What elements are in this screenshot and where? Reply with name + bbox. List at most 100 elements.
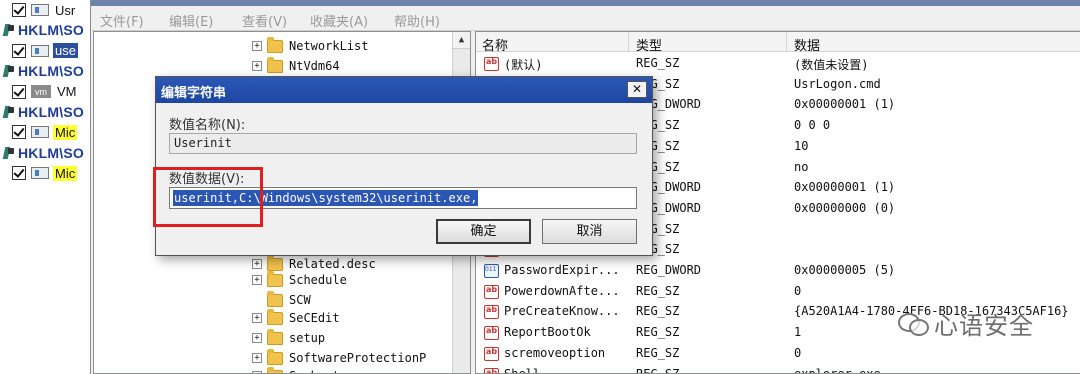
reg-string-icon <box>484 346 499 361</box>
close-icon[interactable]: ✕ <box>627 81 647 98</box>
registry-value-row[interactable]: PasswordExpir... REG_DWORD 0x00000005 (5) <box>476 261 1080 282</box>
folder-icon <box>267 56 283 73</box>
tree-node-label: SeCEdit <box>289 311 340 325</box>
menu-view[interactable]: 查看(V) <box>242 11 287 30</box>
registry-key-row[interactable]: HKLM\SO <box>0 142 90 163</box>
value-type: REG_SZ <box>636 345 680 360</box>
expand-toggle-icon[interactable]: + <box>252 61 262 71</box>
expand-toggle-icon[interactable]: + <box>252 333 262 343</box>
registry-key-row[interactable]: HKLM\SO <box>0 61 90 82</box>
entry-name: use <box>53 43 78 59</box>
folder-icon <box>267 254 283 271</box>
tree-node[interactable]: + Schedule <box>252 270 347 290</box>
expand-toggle-icon[interactable]: + <box>252 259 262 269</box>
app-icon <box>31 4 49 16</box>
tree-node-label: NetworkList <box>289 39 369 53</box>
registry-key-label: HKLM\SO <box>18 63 84 80</box>
expand-toggle-icon[interactable]: + <box>252 353 262 363</box>
value-type: REG_SZ <box>636 56 680 70</box>
value-data: 0 0 0 <box>794 118 831 133</box>
checkbox-checked-icon[interactable] <box>12 84 26 99</box>
value-data: 1 <box>794 325 802 340</box>
dialog-title: 编辑字符串 <box>161 86 227 101</box>
column-header-data[interactable]: 数据 <box>794 35 820 54</box>
tree-node-label: setup <box>289 331 326 345</box>
app-icon <box>31 126 49 139</box>
expand-toggle-icon[interactable]: + <box>252 41 262 51</box>
value-name: PowerdownAfte... <box>504 283 620 298</box>
entry-name: Mic <box>53 165 78 181</box>
value-data: 0x00000005 (5) <box>794 263 896 277</box>
checkbox-checked-icon[interactable] <box>12 43 26 58</box>
watermark: 心语安全 <box>898 303 1034 343</box>
autorun-entry-row[interactable]: Usr <box>0 0 90 20</box>
tree-node[interactable]: + NtVdm64 <box>252 56 340 76</box>
column-header-type[interactable]: 类型 <box>636 35 662 54</box>
value-name: scremoveoption <box>504 345 606 360</box>
menu-help[interactable]: 帮助(H) <box>394 11 440 30</box>
highlight-annotation-box <box>153 167 263 227</box>
tree-node[interactable]: + SeCEdit <box>252 308 340 328</box>
registry-icon <box>1 105 15 119</box>
registry-value-row[interactable]: scremoveoption REG_SZ 0 <box>476 344 1080 365</box>
registry-key-row[interactable]: HKLM\SO <box>0 20 90 41</box>
menu-edit[interactable]: 编辑(E) <box>169 11 213 30</box>
cancel-button[interactable]: 取消 <box>542 219 637 244</box>
registry-key-label: HKLM\SO <box>18 144 84 161</box>
reg-string-icon <box>484 326 499 341</box>
registry-value-row[interactable]: PowerdownAfte... REG_SZ 0 <box>476 282 1080 303</box>
folder-icon <box>267 366 283 373</box>
list-header: 名称 类型 数据 <box>476 32 1080 54</box>
entry-name: VM <box>57 84 77 100</box>
reg-string-icon <box>484 57 499 71</box>
value-type: REG_SZ <box>636 304 680 319</box>
menu-bar: 文件(F) 编辑(E) 查看(V) 收藏夹(A) 帮助(H) <box>91 6 1080 31</box>
tree-node[interactable]: +Svchost <box>252 366 340 373</box>
folder-icon <box>267 290 283 307</box>
registry-icon <box>1 23 15 37</box>
checkbox-checked-icon[interactable] <box>12 166 26 181</box>
tree-node-label: Schedule <box>289 273 347 287</box>
autorun-entry-row[interactable]: vm VM <box>0 82 90 102</box>
tree-node-label: Svchost <box>289 369 340 373</box>
registry-key-row[interactable]: HKLM\SO <box>0 102 90 122</box>
column-header-name[interactable]: 名称 <box>482 35 508 54</box>
registry-value-row[interactable]: (默认) REG_SZ (数值未设置) <box>476 54 1080 75</box>
value-data: explorer.exe <box>794 366 881 374</box>
tree-node-label: SCW <box>289 293 311 307</box>
dialog-titlebar: 编辑字符串 ✕ <box>156 77 652 103</box>
chat-bubbles-icon <box>898 310 929 336</box>
autorun-entry-row[interactable]: Mic <box>0 122 90 142</box>
expand-toggle-icon[interactable]: + <box>252 275 262 285</box>
scroll-up-arrow-icon[interactable]: ▲ <box>453 32 470 49</box>
watermark-text: 心语安全 <box>934 311 1034 340</box>
ok-button[interactable]: 确定 <box>436 219 531 244</box>
reg-dword-icon <box>484 264 499 278</box>
value-name-field[interactable]: Userinit <box>169 133 637 154</box>
tree-node-label: SoftwareProtectionP <box>289 351 427 365</box>
value-name: Shell <box>504 366 541 374</box>
menu-favorites[interactable]: 收藏夹(A) <box>310 11 368 30</box>
autorun-entry-row[interactable]: Mic <box>0 163 90 183</box>
checkbox-checked-icon[interactable] <box>12 125 26 140</box>
value-data: 0 <box>794 345 802 360</box>
value-data: 0x00000001 (1) <box>794 180 896 195</box>
checkbox-checked-icon[interactable] <box>12 3 26 17</box>
registry-key-label: HKLM\SO <box>18 22 84 39</box>
autorun-entry-row[interactable]: use <box>0 41 90 61</box>
tree-node[interactable]: SCW <box>252 290 311 310</box>
tree-node[interactable]: + NetworkList <box>252 36 368 56</box>
tree-node[interactable]: + setup <box>252 328 325 348</box>
tree-node[interactable]: + SoftwareProtectionP <box>252 348 426 368</box>
tree-node-label: Related.desc <box>289 257 376 271</box>
value-data: 0 <box>794 283 802 298</box>
expand-toggle-icon[interactable]: + <box>252 313 262 323</box>
registry-value-row[interactable]: Shell REG_SZ explorer.exe <box>476 365 1080 374</box>
value-data: 0x00000001 (1) <box>794 97 896 112</box>
value-type: REG_SZ <box>636 283 680 298</box>
value-name: (默认) <box>504 58 543 72</box>
registry-icon <box>1 146 15 160</box>
value-name-label: 数值名称(N): <box>169 118 246 133</box>
reg-string-icon <box>484 305 499 320</box>
menu-file[interactable]: 文件(F) <box>100 11 144 30</box>
